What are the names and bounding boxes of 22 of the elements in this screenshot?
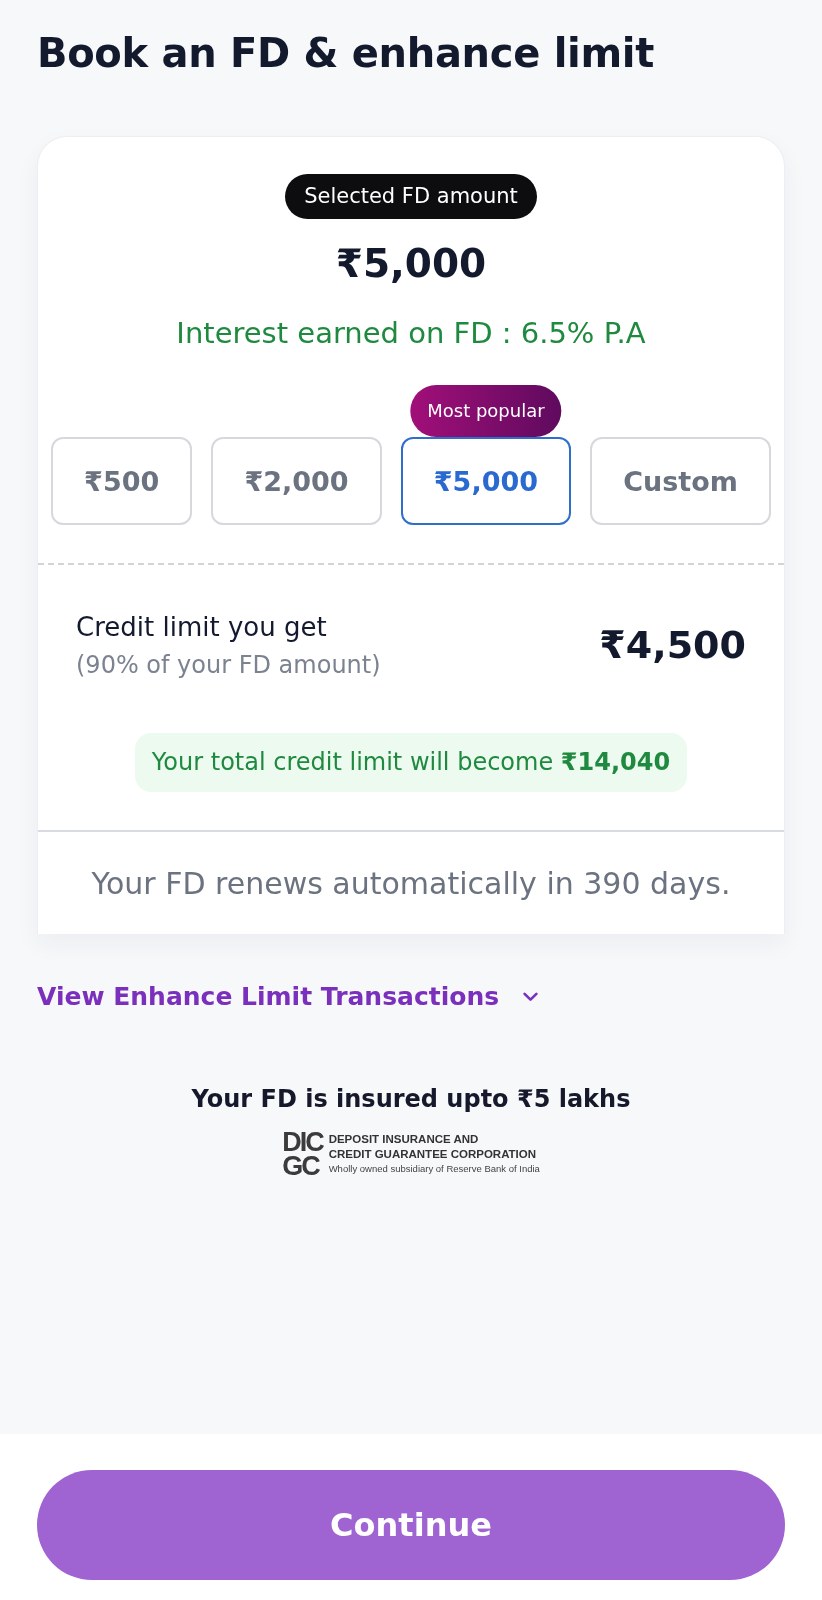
credit-limit-note: (90% of your FD amount) [76,650,381,681]
renewal-text: Your FD renews automatically in 390 days. [91,865,731,903]
logo-mark-text: DIC [282,1130,323,1154]
amount-option[interactable]: Custom [590,437,771,525]
credit-limit-amount: ₹4,500 [599,622,746,669]
amount-option[interactable]: ₹500 [51,437,193,525]
popular-tag: Most popular [410,385,562,437]
view-transactions-link[interactable]: View Enhance Limit Transactions [37,980,539,1014]
selected-amount-badge: Selected FD amount [285,174,537,219]
insurance-text: Your FD is insured upto ₹5 lakhs [191,1084,631,1115]
continue-button[interactable]: Continue [37,1470,785,1580]
credit-limit-label: Credit limit you get [76,611,328,644]
page-title: Book an FD & enhance limit [37,29,655,78]
interest-rate-text: Interest earned on FD : 6.5% P.A [176,315,646,351]
logo-name-text: DEPOSIT INSURANCE AND [328,1132,480,1147]
logo-name-text: CREDIT GUARANTEE CORPORATION [328,1147,538,1162]
amount-option[interactable]: ₹2,000 [211,437,382,525]
logo-mark-text: GC [282,1154,321,1178]
selected-amount: ₹5,000 [335,240,487,288]
total-limit-banner: Your total credit limit will become ₹14,040 [134,733,688,792]
logo-subtitle: Wholly owned subsidiary of Reserve Bank of India [328,1162,540,1176]
amount-option[interactable]: ₹5,000 [400,437,572,525]
